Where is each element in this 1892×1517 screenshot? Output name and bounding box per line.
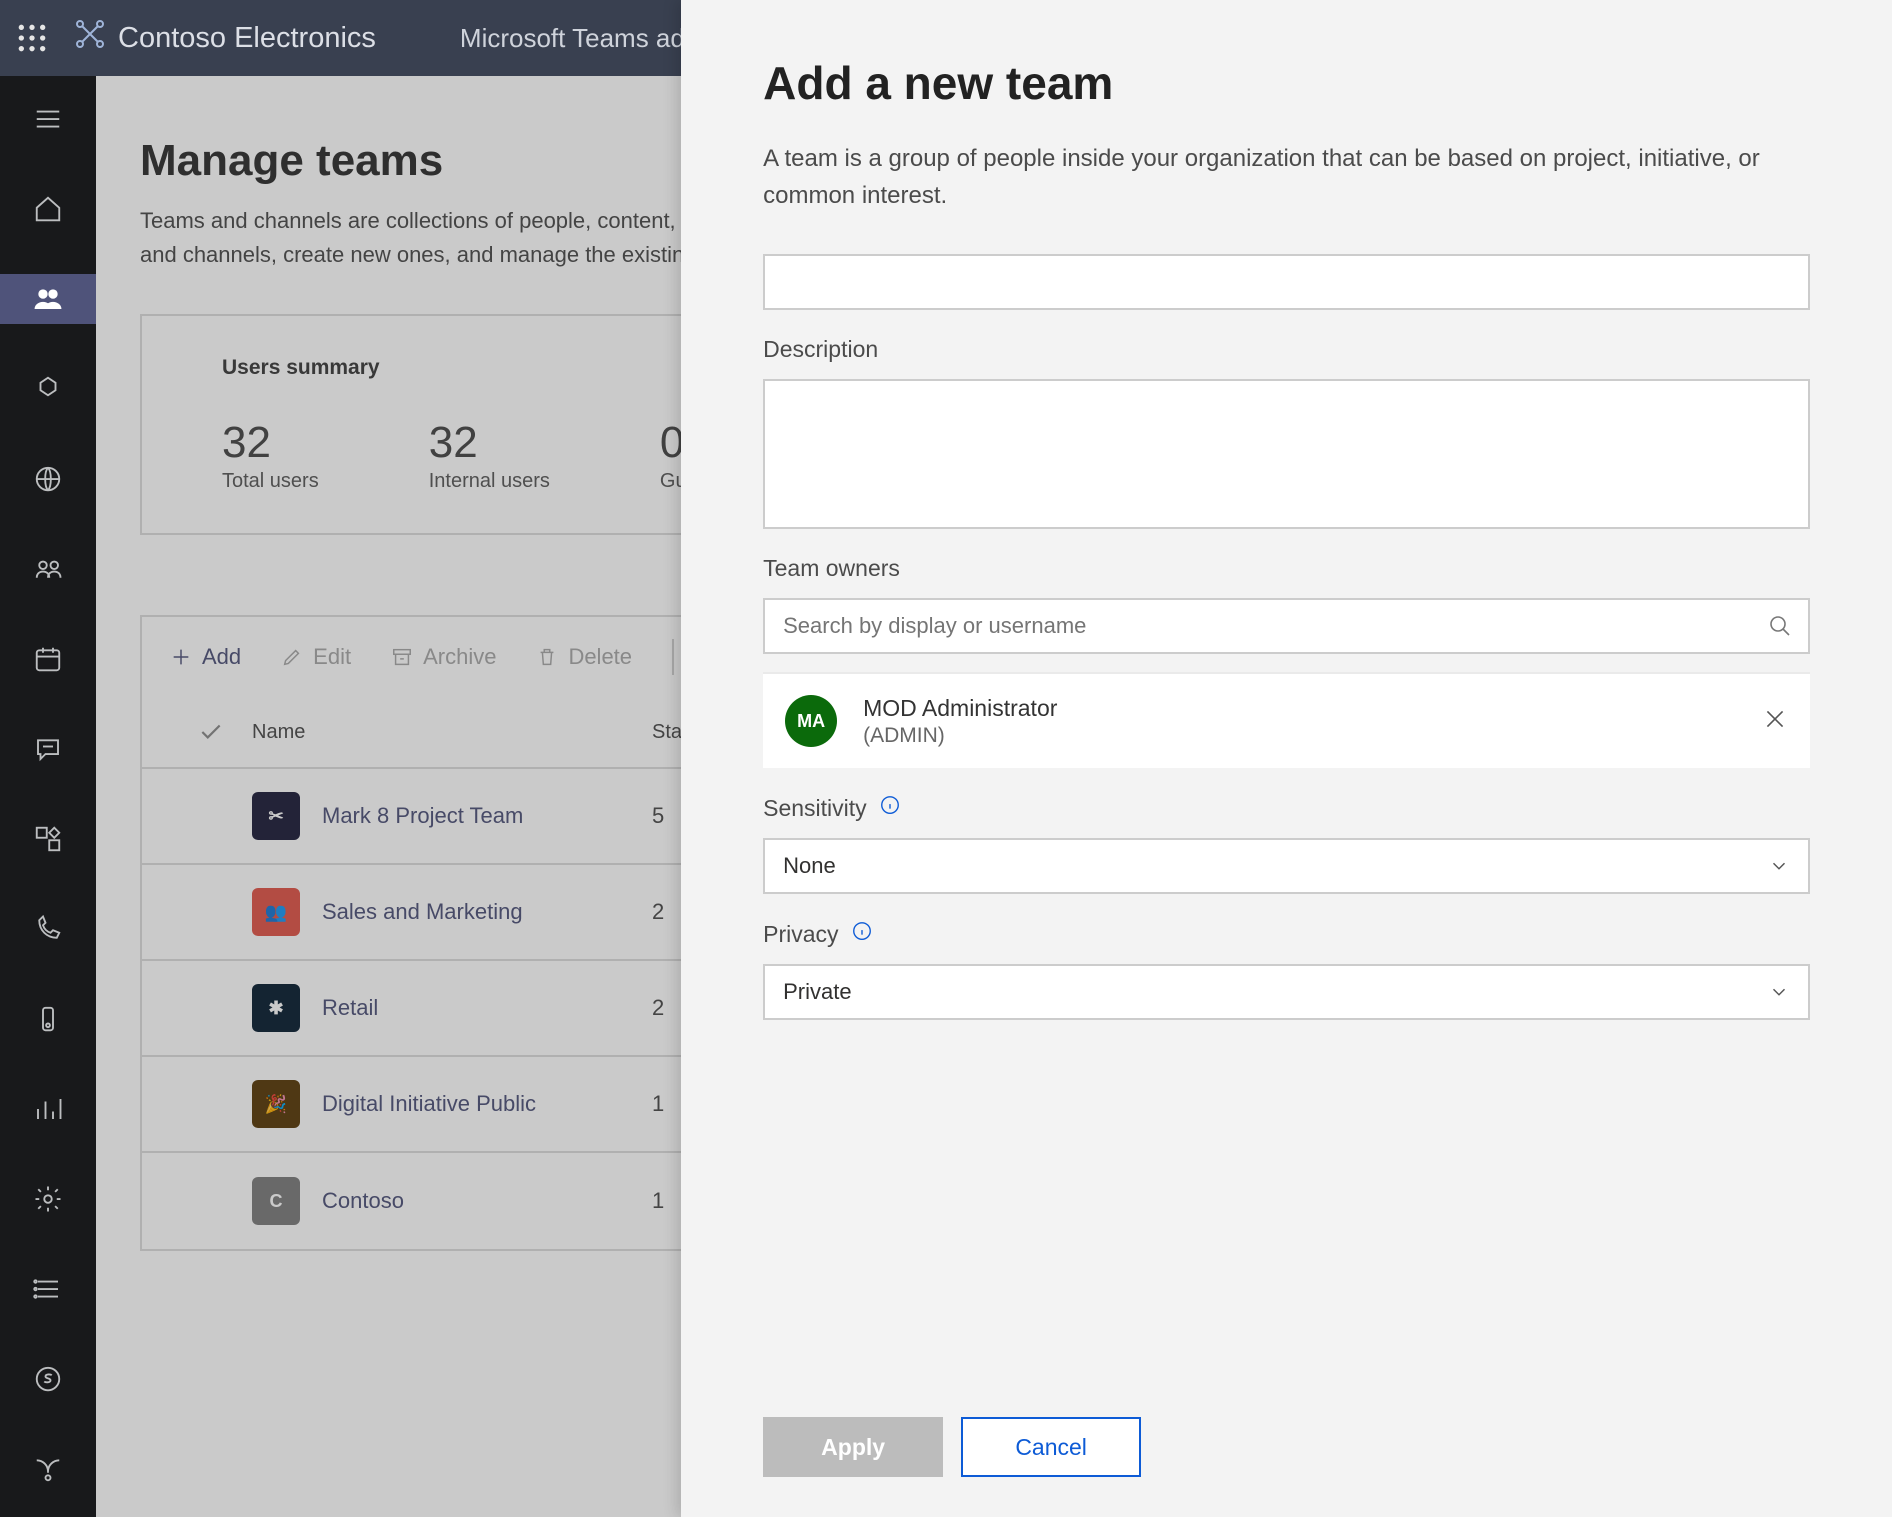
add-team-panel: Add a new team A team is a group of peop… [681, 0, 1892, 1517]
team-name-input[interactable] [763, 254, 1810, 310]
privacy-select[interactable]: Private [763, 964, 1810, 1020]
nav-messaging[interactable] [0, 724, 96, 774]
description-label: Description [763, 336, 1810, 363]
search-icon [1768, 614, 1792, 638]
brand-logo-icon [74, 18, 106, 58]
nav-home[interactable] [0, 184, 96, 234]
privacy-label: Privacy [763, 920, 1810, 948]
left-nav-rail [0, 76, 96, 1517]
app-launcher-button[interactable] [16, 22, 48, 54]
nav-settings[interactable] [0, 1174, 96, 1224]
hamburger-button[interactable] [0, 94, 96, 144]
nav-policy[interactable] [0, 994, 96, 1044]
chevron-down-icon [1768, 981, 1790, 1003]
team-owners-label: Team owners [763, 555, 1810, 582]
nav-users[interactable] [0, 544, 96, 594]
brand: Contoso Electronics [74, 18, 376, 58]
nav-analytics[interactable] [0, 1084, 96, 1134]
chevron-down-icon [1768, 855, 1790, 877]
info-icon[interactable] [851, 920, 873, 948]
nav-voice[interactable] [0, 904, 96, 954]
sensitivity-label: Sensitivity [763, 794, 1810, 822]
nav-teams[interactable] [0, 274, 96, 324]
nav-planning[interactable] [0, 1264, 96, 1314]
sensitivity-select[interactable]: None [763, 838, 1810, 894]
nav-devices[interactable] [0, 364, 96, 414]
info-icon[interactable] [879, 794, 901, 822]
brand-name: Contoso Electronics [118, 22, 376, 55]
team-description-input[interactable] [763, 379, 1810, 529]
owner-chip: MA MOD Administrator (ADMIN) [763, 672, 1810, 768]
nav-apps[interactable] [0, 814, 96, 864]
remove-owner-button[interactable] [1762, 706, 1788, 737]
owner-subtitle: (ADMIN) [863, 724, 1057, 748]
nav-health[interactable] [0, 1444, 96, 1494]
team-owners-search[interactable] [763, 598, 1810, 654]
nav-skype[interactable] [0, 1354, 96, 1404]
panel-title: Add a new team [763, 56, 1810, 110]
cancel-button[interactable]: Cancel [961, 1417, 1141, 1477]
owner-name: MOD Administrator [863, 695, 1057, 722]
avatar: MA [785, 695, 837, 747]
apply-button[interactable]: Apply [763, 1417, 943, 1477]
nav-meetings[interactable] [0, 634, 96, 684]
nav-locations[interactable] [0, 454, 96, 504]
panel-description: A team is a group of people inside your … [763, 140, 1810, 214]
